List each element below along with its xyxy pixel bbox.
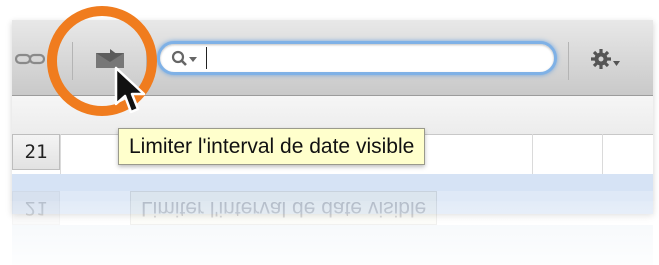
link-button[interactable] xyxy=(12,48,48,74)
tooltip: Limiter l'interval de date visible xyxy=(118,128,426,165)
reflection-tooltip: Limiter l'interval de date visible xyxy=(130,191,438,225)
gear-dropdown-icon xyxy=(589,48,623,75)
toolbar-divider xyxy=(568,42,569,80)
reflection: 21 Limiter l'interval de date visible xyxy=(12,191,653,265)
action-menu-button[interactable] xyxy=(582,48,630,74)
reflection-row xyxy=(12,225,653,265)
day-number-cell[interactable]: 21 xyxy=(12,134,60,170)
arrow-cursor xyxy=(113,66,147,116)
reflection-day-cell: 21 xyxy=(12,191,60,225)
search-field[interactable] xyxy=(157,41,557,75)
reflection-content: 21 Limiter l'interval de date visible xyxy=(12,191,653,265)
search-input[interactable] xyxy=(206,47,540,69)
screenshot-stage: 21 Limiter l'interval de date visible 21… xyxy=(0,0,659,265)
link-icon xyxy=(14,51,46,72)
magnifier-dropdown-icon[interactable] xyxy=(170,50,200,68)
